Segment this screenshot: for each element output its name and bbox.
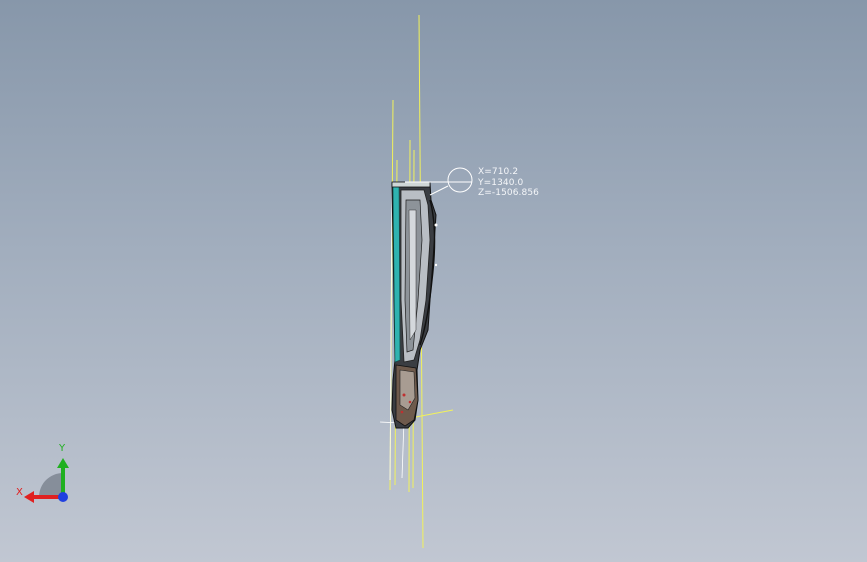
part-top-plate [391, 181, 431, 188]
part-side-face [392, 184, 401, 363]
triad-x-label: X [16, 487, 23, 498]
part-body[interactable] [391, 181, 438, 429]
cad-model-view[interactable] [0, 0, 867, 562]
inspector-leader [429, 185, 449, 196]
triad-y-label: Y [59, 443, 66, 454]
triad-z-axis-icon [58, 492, 68, 502]
sketch-point [434, 223, 438, 227]
hole-feature [408, 400, 412, 404]
triad-y-arrow-icon [57, 458, 69, 468]
coordinate-x-readout: X=710.2 [478, 167, 519, 177]
hole-feature [402, 393, 406, 397]
inspector-circle [447, 167, 473, 193]
hole-feature [400, 410, 404, 414]
triad-x-arrow-icon [24, 491, 34, 503]
coordinate-y-readout: Y=1340.0 [478, 178, 524, 188]
coordinate-z-readout: Z=-1506.856 [478, 188, 539, 198]
orientation-triad[interactable] [10, 440, 80, 510]
construction-line [401, 419, 405, 479]
part-face-strip [408, 209, 417, 341]
sketch-point [434, 263, 438, 267]
triad-quadrant-icon [39, 473, 63, 497]
3d-viewport[interactable]: X=710.2 Y=1340.0 Z=-1506.856 X Y [0, 0, 867, 562]
